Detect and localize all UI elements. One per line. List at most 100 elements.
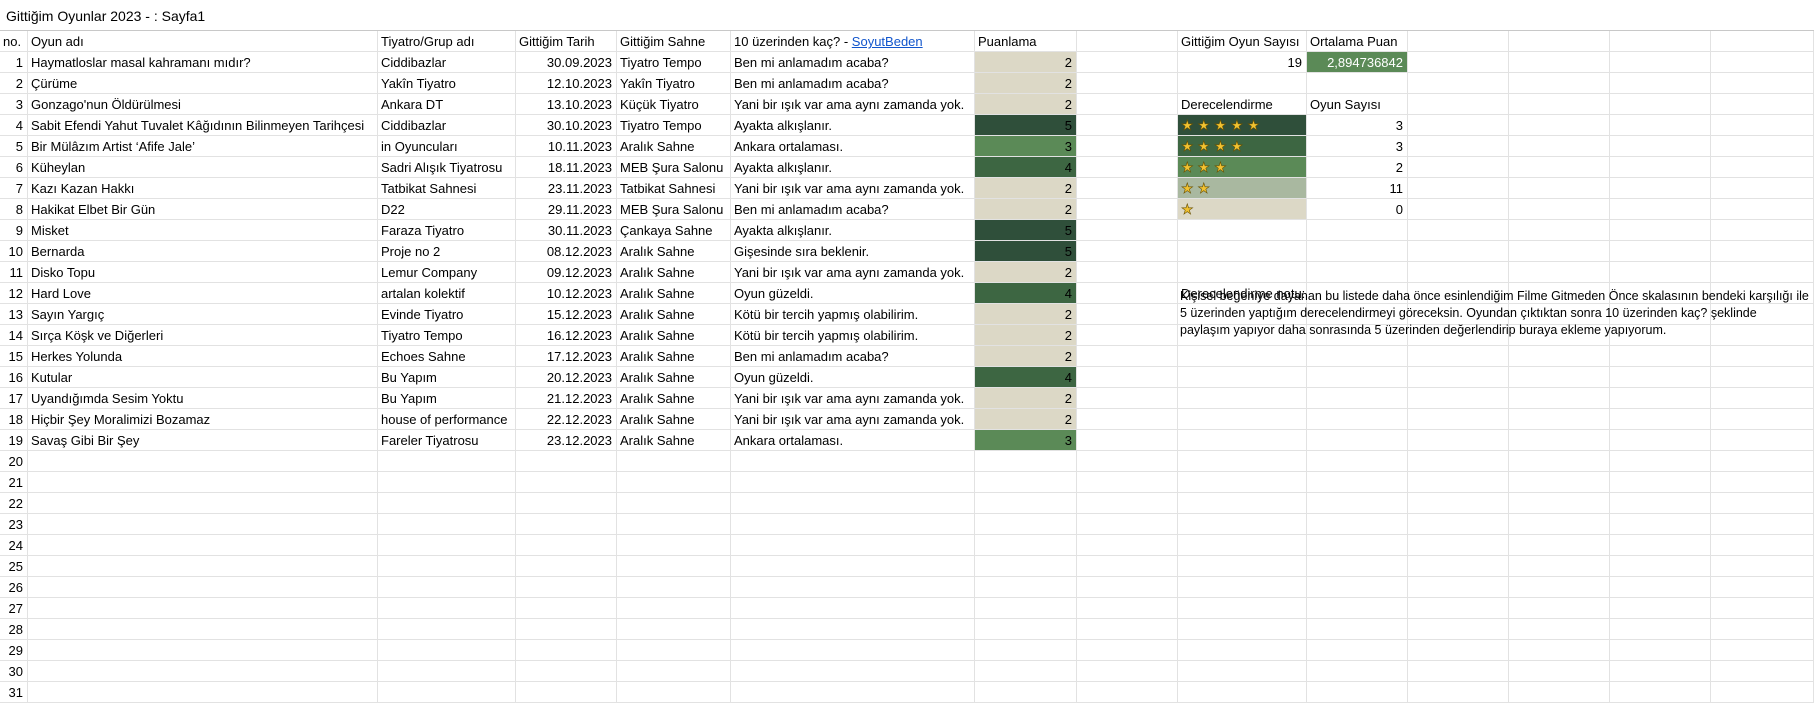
empty-cell[interactable]	[1711, 556, 1814, 577]
empty-cell[interactable]	[1408, 199, 1509, 220]
cell-group[interactable]: Fareler Tiyatrosu	[378, 430, 516, 451]
empty-cell[interactable]	[1610, 220, 1711, 241]
empty-cell[interactable]	[1408, 409, 1509, 430]
cell-rating[interactable]: 4	[975, 157, 1077, 178]
empty-cell[interactable]	[1610, 94, 1711, 115]
cell-group[interactable]: Bu Yapım	[378, 367, 516, 388]
empty-cell[interactable]	[28, 472, 378, 493]
soyutbeden-link[interactable]: SoyutBeden	[852, 34, 923, 49]
empty-cell[interactable]	[1610, 31, 1711, 52]
cell-date[interactable]: 16.12.2023	[516, 325, 617, 346]
empty-cell[interactable]	[1711, 388, 1814, 409]
cell-date[interactable]: 15.12.2023	[516, 304, 617, 325]
cell-comment[interactable]: Yani bir ışık var ama aynı zamanda yok.	[731, 388, 975, 409]
empty-cell[interactable]	[1509, 220, 1610, 241]
row-number[interactable]: 15	[0, 346, 28, 367]
empty-cell[interactable]	[1178, 367, 1307, 388]
rating-count[interactable]: 3	[1307, 115, 1408, 136]
empty-cell[interactable]	[1307, 577, 1408, 598]
cell-group[interactable]: artalan kolektif	[378, 283, 516, 304]
row-number[interactable]: 9	[0, 220, 28, 241]
spreadsheet-grid[interactable]: no. Oyun adı Tiyatro/Grup adı Gittiğim Tari…	[0, 31, 1814, 711]
empty-cell[interactable]	[1077, 52, 1178, 73]
row-number[interactable]: 22	[0, 493, 28, 514]
empty-cell[interactable]	[1307, 556, 1408, 577]
empty-cell[interactable]	[378, 514, 516, 535]
cell-date[interactable]: 20.12.2023	[516, 367, 617, 388]
cell-venue[interactable]: MEB Şura Salonu	[617, 199, 731, 220]
empty-cell[interactable]	[975, 451, 1077, 472]
cell-comment[interactable]: Oyun güzeldi.	[731, 367, 975, 388]
empty-cell[interactable]	[1077, 577, 1178, 598]
cell-rating[interactable]: 2	[975, 199, 1077, 220]
row-number[interactable]: 5	[0, 136, 28, 157]
empty-cell[interactable]	[1509, 367, 1610, 388]
cell-rating[interactable]: 2	[975, 262, 1077, 283]
empty-cell[interactable]	[731, 682, 975, 703]
empty-cell[interactable]	[617, 556, 731, 577]
empty-cell[interactable]	[1077, 115, 1178, 136]
cell-venue[interactable]: Aralık Sahne	[617, 388, 731, 409]
cell-group[interactable]: Proje no 2	[378, 241, 516, 262]
row-number[interactable]: 18	[0, 409, 28, 430]
empty-cell[interactable]	[731, 535, 975, 556]
empty-cell[interactable]	[1509, 262, 1610, 283]
empty-cell[interactable]	[1077, 304, 1178, 325]
column-header-comment[interactable]: 10 üzerinden kaç? - SoyutBeden	[731, 31, 975, 52]
empty-cell[interactable]	[1509, 514, 1610, 535]
column-header-name[interactable]: Oyun adı	[28, 31, 378, 52]
empty-cell[interactable]	[516, 640, 617, 661]
rating-stars-cell[interactable]: ★★★★	[1178, 136, 1307, 157]
empty-cell[interactable]	[1077, 514, 1178, 535]
cell-group[interactable]: Bu Yapım	[378, 388, 516, 409]
empty-cell[interactable]	[1307, 220, 1408, 241]
cell-venue[interactable]: Aralık Sahne	[617, 136, 731, 157]
empty-cell[interactable]	[1408, 136, 1509, 157]
empty-cell[interactable]	[1509, 535, 1610, 556]
empty-cell[interactable]	[1408, 451, 1509, 472]
empty-cell[interactable]	[378, 640, 516, 661]
empty-cell[interactable]	[1408, 157, 1509, 178]
empty-cell[interactable]	[1711, 262, 1814, 283]
cell-venue[interactable]: Aralık Sahne	[617, 325, 731, 346]
cell-name[interactable]: Çürüme	[28, 73, 378, 94]
rating-count[interactable]: 0	[1307, 199, 1408, 220]
empty-cell[interactable]	[1509, 157, 1610, 178]
empty-cell[interactable]	[1711, 157, 1814, 178]
empty-cell[interactable]	[1408, 52, 1509, 73]
empty-cell[interactable]	[28, 598, 378, 619]
empty-cell[interactable]	[1408, 178, 1509, 199]
cell-rating[interactable]: 2	[975, 409, 1077, 430]
cell-rating[interactable]: 4	[975, 367, 1077, 388]
row-number[interactable]: 17	[0, 388, 28, 409]
empty-cell[interactable]	[378, 682, 516, 703]
row-number[interactable]: 10	[0, 241, 28, 262]
empty-cell[interactable]	[516, 451, 617, 472]
empty-cell[interactable]	[1178, 640, 1307, 661]
cell-group[interactable]: Lemur Company	[378, 262, 516, 283]
cell-name[interactable]: Kazı Kazan Hakkı	[28, 178, 378, 199]
empty-cell[interactable]	[1077, 325, 1178, 346]
empty-cell[interactable]	[28, 577, 378, 598]
empty-cell[interactable]	[1307, 451, 1408, 472]
empty-cell[interactable]	[1711, 367, 1814, 388]
cell-name[interactable]: Bernarda	[28, 241, 378, 262]
empty-cell[interactable]	[1178, 556, 1307, 577]
empty-cell[interactable]	[975, 577, 1077, 598]
cell-comment[interactable]: Ben mi anlamadım acaba?	[731, 73, 975, 94]
empty-cell[interactable]	[1711, 178, 1814, 199]
row-number[interactable]: 16	[0, 367, 28, 388]
empty-cell[interactable]	[1307, 430, 1408, 451]
empty-cell[interactable]	[1610, 514, 1711, 535]
column-header-no[interactable]: no.	[0, 31, 28, 52]
empty-cell[interactable]	[1408, 94, 1509, 115]
empty-cell[interactable]	[1178, 598, 1307, 619]
cell-name[interactable]: Hiçbir Şey Moralimizi Bozamaz	[28, 409, 378, 430]
empty-cell[interactable]	[731, 577, 975, 598]
empty-cell[interactable]	[1610, 535, 1711, 556]
empty-cell[interactable]	[1711, 31, 1814, 52]
cell-name[interactable]: Disko Topu	[28, 262, 378, 283]
cell-comment[interactable]: Yani bir ışık var ama aynı zamanda yok.	[731, 262, 975, 283]
cell-comment[interactable]: Ayakta alkışlanır.	[731, 220, 975, 241]
empty-cell[interactable]	[1610, 682, 1711, 703]
